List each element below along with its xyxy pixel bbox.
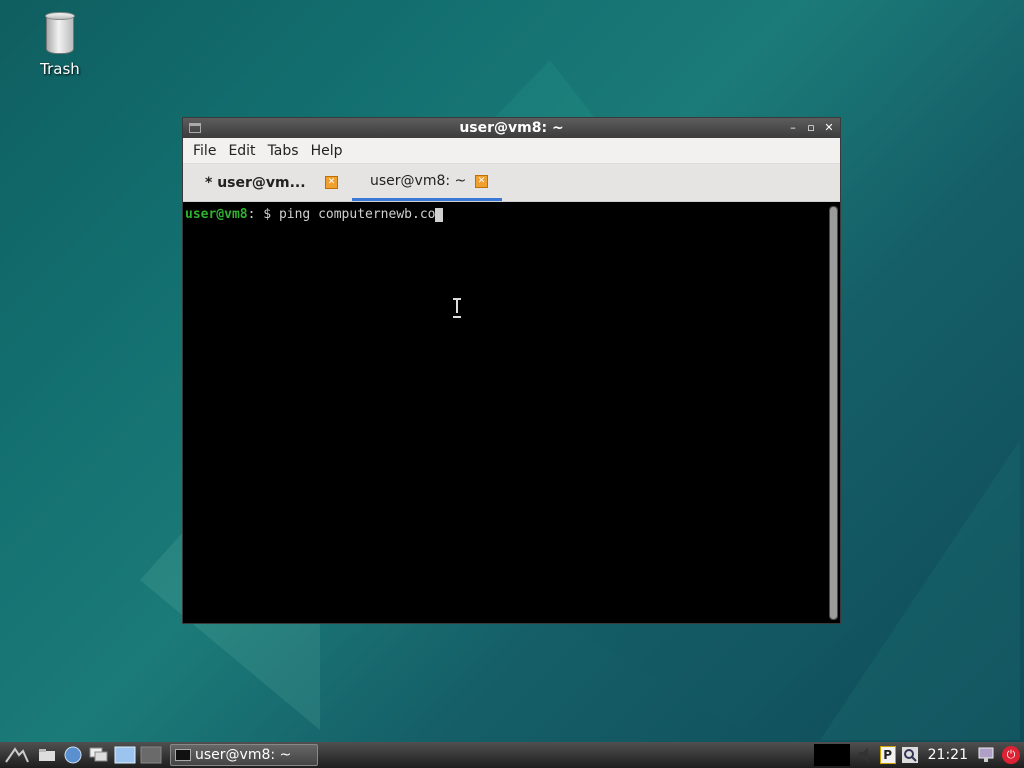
clock[interactable]: 21:21 xyxy=(922,747,974,763)
workspace-2-icon[interactable] xyxy=(140,745,162,765)
start-menu-icon[interactable] xyxy=(2,745,32,765)
tab-first[interactable]: * user@vm... ✕ xyxy=(187,164,352,201)
volume-icon[interactable] xyxy=(856,745,876,765)
desktop-trash[interactable]: Trash xyxy=(30,12,90,78)
power-icon[interactable]: ⏻ xyxy=(1002,746,1020,764)
menu-help[interactable]: Help xyxy=(305,143,349,159)
tab-label: user@vm8: ~ xyxy=(370,173,467,189)
tab-close-icon[interactable]: ✕ xyxy=(475,174,488,188)
taskbar-terminal-button[interactable]: user@vm8: ~ xyxy=(170,744,318,766)
menu-tabs[interactable]: Tabs xyxy=(262,143,305,159)
text-cursor xyxy=(435,208,444,222)
minimize-button[interactable]: – xyxy=(786,120,800,135)
trash-icon xyxy=(45,12,75,56)
window-titlebar[interactable]: user@vm8: ~ – ▫ ✕ xyxy=(183,118,840,138)
terminal-area[interactable]: user@vm8: $ ping computernewb.co xyxy=(183,203,840,623)
terminal-icon xyxy=(175,749,191,761)
maximize-button[interactable]: ▫ xyxy=(804,120,818,135)
taskbar: user@vm8: ~ P 21:21 ⏻ xyxy=(0,742,1024,768)
terminal-prompt-line: user@vm8: $ ping computernewb.co xyxy=(185,207,444,222)
workspace-1-icon[interactable] xyxy=(114,745,136,765)
menu-edit[interactable]: Edit xyxy=(222,143,261,159)
trash-label: Trash xyxy=(40,60,80,78)
terminal-scrollbar[interactable] xyxy=(829,206,838,620)
tab-bar: * user@vm... ✕ user@vm8: ~ ✕ xyxy=(183,164,840,202)
window-title: user@vm8: ~ xyxy=(459,120,564,136)
browser-icon[interactable] xyxy=(62,745,84,765)
prompt-user: user@vm8 xyxy=(185,207,248,222)
tab-label: * user@vm... xyxy=(205,174,306,191)
menubar: File Edit Tabs Help xyxy=(183,138,840,164)
prompt-symbol: : $ xyxy=(247,207,279,222)
close-button[interactable]: ✕ xyxy=(822,120,836,135)
tray-p-icon[interactable]: P xyxy=(879,746,896,764)
network-icon[interactable] xyxy=(976,745,996,765)
system-tray: P 21:21 ⏻ xyxy=(813,742,1024,768)
taskbar-terminal-label: user@vm8: ~ xyxy=(195,747,292,763)
tab-close-icon[interactable]: ✕ xyxy=(325,176,338,189)
tab-second-active[interactable]: user@vm8: ~ ✕ xyxy=(352,164,502,201)
windows-icon[interactable] xyxy=(88,745,110,765)
terminal-window[interactable]: user@vm8: ~ – ▫ ✕ File Edit Tabs Help * … xyxy=(182,117,841,624)
window-menu-icon[interactable] xyxy=(189,123,201,133)
menu-file[interactable]: File xyxy=(187,143,222,159)
search-icon[interactable] xyxy=(900,745,920,765)
scrollbar-thumb[interactable] xyxy=(830,207,837,619)
ibeam-cursor-icon xyxy=(453,298,461,318)
file-manager-icon[interactable] xyxy=(36,745,58,765)
tray-blank-area xyxy=(813,744,850,766)
command-text: ping computernewb.co xyxy=(278,207,436,222)
